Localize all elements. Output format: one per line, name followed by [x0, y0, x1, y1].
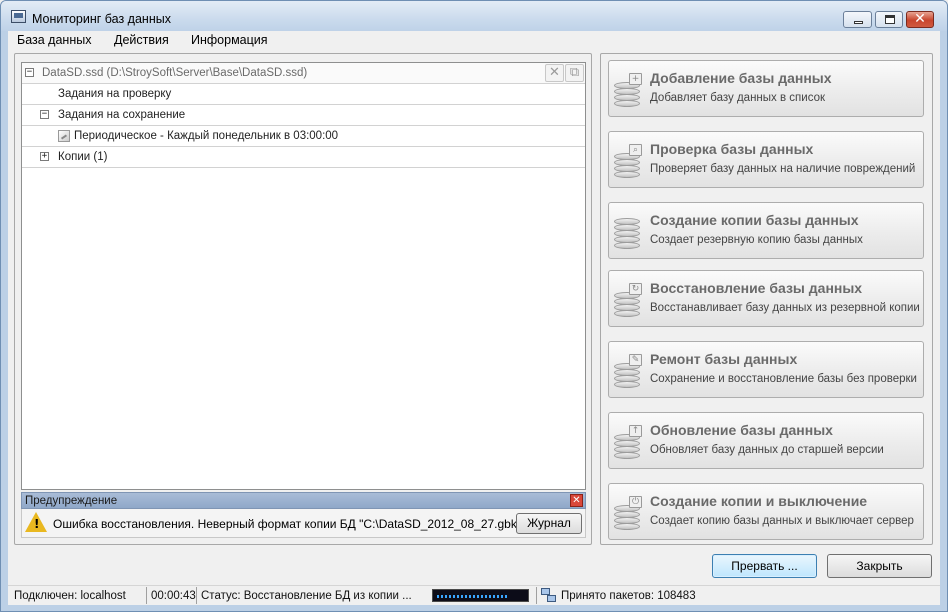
action-title: Создание копии базы данных: [650, 212, 859, 228]
action-title: Проверка базы данных: [650, 141, 814, 157]
tree-root-row[interactable]: − DataSD.ssd (D:\StroySoft\Server\Base\D…: [22, 63, 585, 84]
database-add-icon: +: [614, 73, 642, 108]
tree-root-label: DataSD.ssd (D:\StroySoft\Server\Base\Dat…: [42, 67, 308, 79]
action-title: Добавление базы данных: [650, 70, 832, 86]
action-subtitle: Проверяет базу данных на наличие поврежд…: [650, 163, 916, 175]
minimize-icon: [854, 21, 863, 24]
menu-info[interactable]: Информация: [191, 33, 268, 47]
status-packets: Принято пакетов: 108483: [561, 590, 696, 602]
update-database-button[interactable]: ↑ Обновление базы данных Обновляет базу …: [608, 412, 924, 469]
action-title: Восстановление базы данных: [650, 280, 863, 296]
database-panel: − DataSD.ssd (D:\StroySoft\Server\Base\D…: [14, 53, 592, 545]
action-subtitle: Создает копию базы данных и выключает се…: [650, 515, 914, 527]
menu-actions[interactable]: Действия: [114, 33, 169, 47]
close-icon: ✕: [914, 11, 926, 27]
action-title: Создание копии и выключение: [650, 493, 868, 509]
check-database-button[interactable]: ⌕ Проверка базы данных Проверяет базу да…: [608, 131, 924, 188]
action-subtitle: Обновляет базу данных до старшей версии: [650, 444, 884, 456]
close-button[interactable]: Закрыть: [827, 554, 932, 578]
maximize-button[interactable]: [875, 11, 903, 28]
tree-item-check-tasks[interactable]: Задания на проверку: [22, 84, 585, 105]
status-separator: [536, 587, 537, 604]
warning-header: Предупреждение ✕: [21, 492, 586, 509]
status-bar: Подключен: localhost 00:00:43 Статус: Во…: [8, 585, 940, 605]
warning-body: ! Ошибка восстановления. Неверный формат…: [21, 509, 586, 538]
minimize-button[interactable]: [843, 11, 872, 28]
scheduled-task-icon: [58, 130, 70, 142]
database-update-icon: ↑: [614, 425, 642, 460]
remove-database-icon[interactable]: ✕: [545, 64, 564, 82]
action-subtitle: Сохранение и восстановление базы без про…: [650, 373, 917, 385]
warning-title: Предупреждение: [25, 495, 118, 507]
expand-icon[interactable]: +: [40, 152, 49, 161]
app-monitor-icon: [11, 10, 26, 23]
journal-button[interactable]: Журнал: [516, 513, 582, 534]
database-repair-icon: ✎: [614, 354, 642, 389]
title-bar[interactable]: Мониторинг баз данных ✕: [1, 1, 947, 31]
close-warning-icon[interactable]: ✕: [570, 494, 583, 507]
add-database-button[interactable]: + Добавление базы данных Добавляет базу …: [608, 60, 924, 117]
database-shutdown-icon: ⏻: [614, 496, 642, 531]
tree-item-label: Задания на проверку: [58, 88, 172, 100]
collapse-icon[interactable]: −: [40, 110, 49, 119]
close-window-button[interactable]: ✕: [906, 11, 934, 28]
warning-message: Ошибка восстановления. Неверный формат к…: [53, 517, 522, 531]
tree-item-label: Периодическое - Каждый понедельник в 03:…: [74, 130, 339, 142]
tree-item-label: Задания на сохранение: [58, 109, 186, 121]
progress-indicator: [432, 589, 529, 602]
tree-item-label: Копии (1): [58, 151, 108, 163]
menu-bar: База данных Действия Информация: [8, 31, 940, 51]
maximize-icon: [885, 15, 895, 24]
tree-item-save-tasks[interactable]: − Задания на сохранение: [22, 105, 585, 126]
menu-database[interactable]: База данных: [17, 33, 91, 47]
abort-button[interactable]: Прервать ...: [712, 554, 817, 578]
action-subtitle: Создает резервную копию базы данных: [650, 234, 863, 246]
status-state: Статус: Восстановление БД из копии ...: [201, 590, 412, 602]
network-icon: [541, 588, 557, 603]
progress-marquee: [437, 595, 507, 598]
client-area: База данных Действия Информация − DataSD…: [8, 31, 940, 605]
properties-icon[interactable]: ⧉: [565, 64, 584, 82]
tree-item-periodic-task[interactable]: Периодическое - Каждый понедельник в 03:…: [22, 126, 585, 147]
action-title: Обновление базы данных: [650, 422, 833, 438]
main-window: Мониторинг баз данных ✕ База данных Дейс…: [0, 0, 948, 612]
action-subtitle: Добавляет базу данных в список: [650, 92, 825, 104]
actions-panel: + Добавление базы данных Добавляет базу …: [600, 53, 933, 545]
database-tree[interactable]: − DataSD.ssd (D:\StroySoft\Server\Base\D…: [21, 62, 586, 490]
backup-database-button[interactable]: Создание копии базы данных Создает резер…: [608, 202, 924, 259]
action-subtitle: Восстанавливает базу данных из резервной…: [650, 302, 920, 314]
action-title: Ремонт базы данных: [650, 351, 798, 367]
tree-item-copies[interactable]: + Копии (1): [22, 147, 585, 168]
warning-icon-mark: !: [34, 517, 40, 531]
window-title: Мониторинг баз данных: [32, 12, 171, 26]
database-check-icon: ⌕: [614, 144, 642, 179]
repair-database-button[interactable]: ✎ Ремонт базы данных Сохранение и восста…: [608, 341, 924, 398]
status-connection: Подключен: localhost: [14, 590, 126, 602]
backup-and-shutdown-button[interactable]: ⏻ Создание копии и выключение Создает ко…: [608, 483, 924, 540]
restore-database-button[interactable]: ↻ Восстановление базы данных Восстанавли…: [608, 270, 924, 327]
status-elapsed-time: 00:00:43: [151, 590, 196, 602]
database-restore-icon: ↻: [614, 283, 642, 318]
status-separator: [196, 587, 197, 604]
database-backup-icon: [614, 218, 642, 250]
status-separator: [146, 587, 147, 604]
collapse-icon[interactable]: −: [25, 68, 34, 77]
